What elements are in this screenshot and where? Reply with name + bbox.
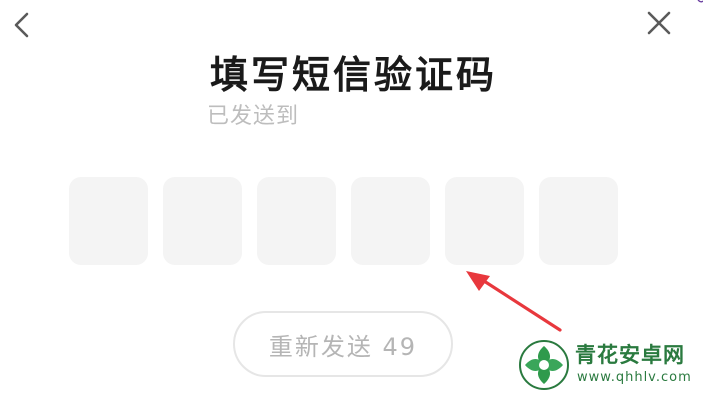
sent-to-text: 已发送到: [207, 104, 300, 129]
back-button[interactable]: [6, 6, 40, 42]
otp-digit-box-3[interactable]: [257, 177, 336, 265]
otp-digit-box-1[interactable]: [69, 177, 148, 265]
otp-digit-box-4[interactable]: [351, 177, 430, 265]
otp-input-group: [69, 177, 618, 265]
watermark-url: www.qhhlv.com: [577, 370, 692, 385]
watermark-name: 青花安卓网: [575, 343, 685, 367]
watermark: 青花安卓网 www.qhhlv.com: [517, 338, 703, 394]
page-title: 填写短信验证码: [209, 53, 497, 97]
red-arrow-icon: [466, 271, 562, 332]
sms-verification-screen: 填写短信验证码 已发送到 重新发送 49 青花安卓网 www.qhhlv.com: [0, 0, 703, 394]
otp-digit-box-6[interactable]: [539, 177, 618, 265]
otp-digit-box-2[interactable]: [163, 177, 242, 265]
redacted-phone-number: [306, 106, 476, 132]
close-button[interactable]: [640, 6, 678, 42]
watermark-logo-icon: [519, 340, 569, 390]
chevron-left-icon: [14, 12, 29, 38]
otp-digit-box-5[interactable]: [445, 177, 524, 265]
resend-button[interactable]: 重新发送 49: [233, 311, 453, 377]
corner-mark: [697, 0, 703, 3]
close-icon: [647, 11, 671, 35]
